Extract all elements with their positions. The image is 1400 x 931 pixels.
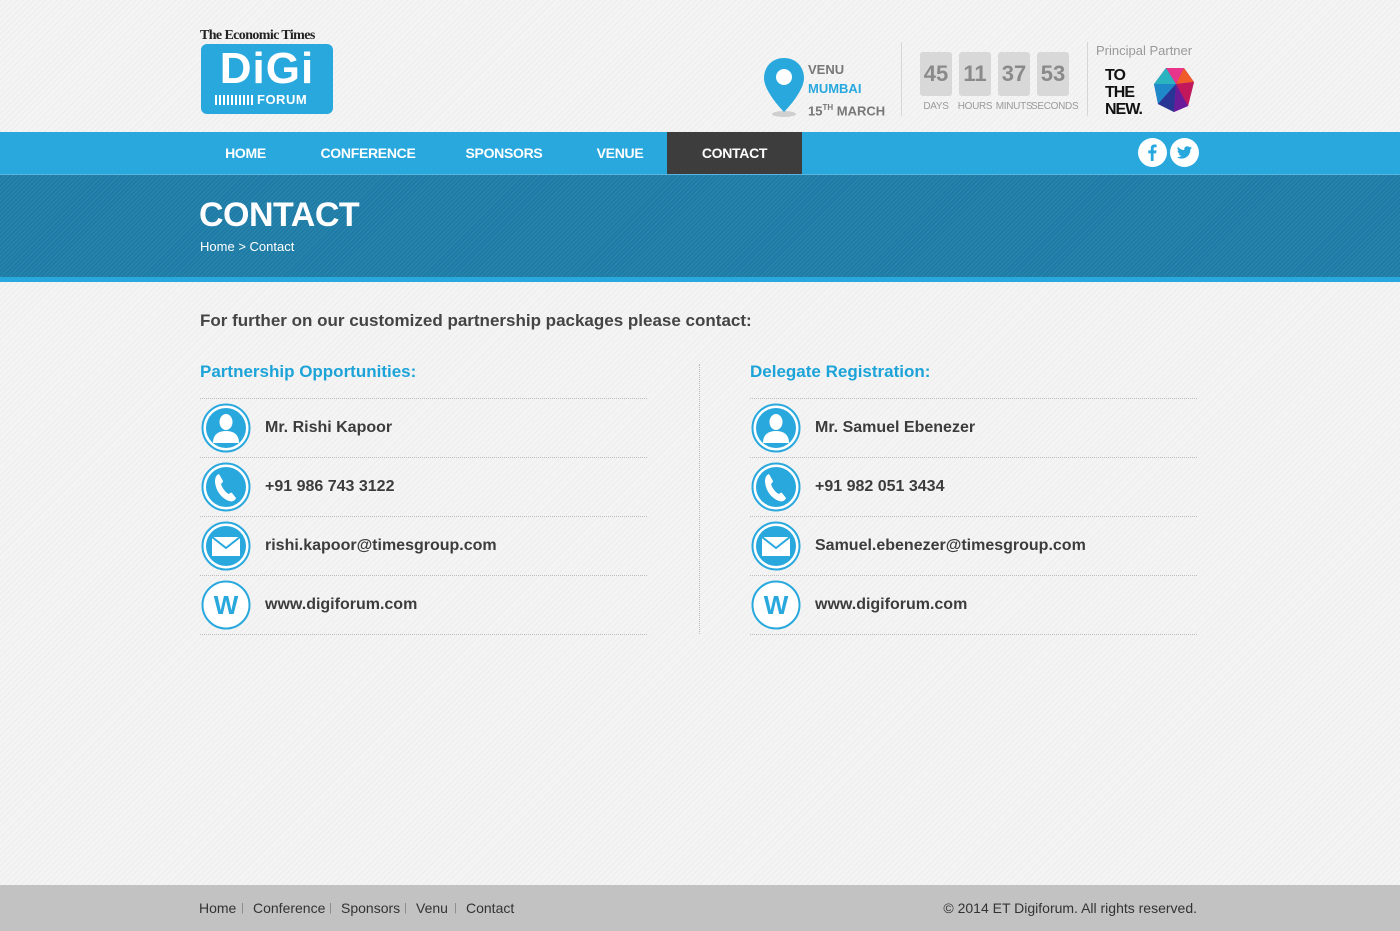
contact-row-phone: +91 986 743 3122 [200, 458, 647, 517]
footer-link-contact[interactable]: Contact [466, 885, 514, 931]
delegate-column: Delegate Registration: Mr. Samuel Ebenez… [750, 360, 1197, 635]
user-icon [201, 403, 251, 453]
delegate-contact-name: Mr. Samuel Ebenezer [815, 419, 976, 436]
partnership-contact-name: Mr. Rishi Kapoor [265, 419, 393, 436]
twitter-icon[interactable] [1170, 138, 1199, 167]
nav-venue[interactable]: VENUE [584, 132, 656, 174]
partner-logo-text[interactable]: TO THE NEW. [1105, 67, 1143, 118]
footer-link-conference[interactable]: Conference [253, 885, 325, 931]
logo-digi-text: DiGi [219, 44, 315, 93]
footer-link-sponsors[interactable]: Sponsors [341, 885, 400, 931]
header-divider [1087, 42, 1088, 116]
delegate-title: Delegate Registration: [750, 360, 1197, 399]
nav-home[interactable]: HOME [200, 132, 291, 174]
column-divider [699, 364, 700, 634]
main-nav: HOME CONFERENCE SPONSORS VENUE CONTACT [0, 132, 1400, 174]
logo-badge: DiGi FORUM [201, 44, 333, 114]
countdown-hours-label: HOURS [957, 101, 993, 112]
countdown-hours-value: 11 [959, 52, 991, 96]
venue-city: MUMBAI [808, 81, 862, 96]
contact-row-website: W www.digiforum.com [750, 576, 1197, 635]
phone-icon [201, 462, 251, 512]
logo-barcode [215, 95, 255, 105]
countdown-minutes-label: MINUTS [995, 101, 1033, 112]
footer-separator: | [404, 902, 407, 914]
partnership-contact-phone[interactable]: +91 986 743 3122 [265, 458, 394, 516]
footer-separator: | [454, 902, 457, 914]
contact-row-name: Mr. Samuel Ebenezer [750, 399, 1197, 458]
footer-link-home[interactable]: Home [199, 885, 236, 931]
contact-row-website: W www.digiforum.com [200, 576, 647, 635]
breadcrumb-current: Contact [249, 239, 295, 254]
partner-name-line: THE [1105, 84, 1135, 101]
footer-separator: | [241, 902, 244, 914]
web-icon: W [751, 580, 801, 630]
countdown-seconds-label: SECONDS [1031, 101, 1079, 112]
countdown-days-value: 45 [920, 52, 952, 96]
footer-separator: | [329, 902, 332, 914]
digiforum-logo[interactable]: The Economic Times DiGi FORUM [200, 28, 334, 114]
contact-row-name: Mr. Rishi Kapoor [200, 399, 647, 458]
delegate-contact-email[interactable]: Samuel.ebenezer@timesgroup.com [815, 517, 1086, 575]
banner-accent-line [0, 277, 1400, 282]
countdown-days-label: DAYS [923, 101, 949, 112]
nav-conference[interactable]: CONFERENCE [312, 132, 424, 174]
logo-forum-text: FORUM [257, 92, 308, 107]
footer-link-venu[interactable]: Venu [416, 885, 448, 931]
venue-date: 15TH MARCH [808, 98, 885, 120]
partnership-contact-email[interactable]: rishi.kapoor@timesgroup.com [265, 517, 497, 575]
svg-text:W: W [764, 590, 789, 620]
logo-publisher-text: The Economic Times [200, 28, 315, 43]
header-divider [901, 42, 902, 116]
user-icon [751, 403, 801, 453]
site-header: The Economic Times DiGi FORUM VENU MUMBA… [0, 0, 1400, 132]
venue-month: MARCH [836, 103, 886, 119]
breadcrumb: Home > Contact [200, 239, 294, 254]
breadcrumb-separator: > [238, 239, 246, 254]
principal-partner-label: Principal Partner [1096, 43, 1193, 58]
mail-icon [751, 521, 801, 571]
partnership-column: Partnership Opportunities: Mr. Rishi Kap… [200, 360, 647, 635]
map-pin-icon [764, 58, 804, 117]
partnership-contact-website[interactable]: www.digiforum.com [265, 576, 417, 634]
page-title: CONTACT [199, 196, 360, 234]
web-icon: W [201, 580, 251, 630]
delegate-contact-website[interactable]: www.digiforum.com [815, 576, 967, 634]
countdown-seconds-value: 53 [1037, 52, 1069, 96]
mail-icon [201, 521, 251, 571]
venue-day-suffix: TH [822, 103, 834, 112]
contact-row-phone: +91 982 051 3434 [750, 458, 1197, 517]
partner-name-line: NEW. [1105, 101, 1143, 118]
delegate-contact-phone[interactable]: +91 982 051 3434 [815, 458, 944, 516]
nav-contact[interactable]: CONTACT [667, 132, 802, 174]
partner-name-line: TO [1105, 67, 1126, 84]
svg-text:W: W [214, 590, 239, 620]
venue-day: 15 [808, 103, 823, 119]
venue-info: VENU MUMBAI 15TH MARCH [808, 60, 885, 120]
countdown-minutes-value: 37 [998, 52, 1030, 96]
site-footer: Home | Conference | Sponsors | Venu | Co… [0, 885, 1400, 931]
phone-icon [751, 462, 801, 512]
breadcrumb-home-link[interactable]: Home [200, 239, 235, 254]
copyright-text: © 2014 ET Digiforum. All rights reserved… [943, 900, 1197, 916]
intro-text: For further on our customized partnershi… [200, 311, 752, 330]
contact-row-email: rishi.kapoor@timesgroup.com [200, 517, 647, 576]
partner-gem-icon [1154, 68, 1194, 112]
facebook-icon[interactable] [1138, 138, 1167, 167]
contact-row-email: Samuel.ebenezer@timesgroup.com [750, 517, 1197, 576]
venue-label: VENU [808, 62, 845, 77]
nav-sponsors[interactable]: SPONSORS [454, 132, 554, 174]
partnership-title: Partnership Opportunities: [200, 360, 647, 399]
